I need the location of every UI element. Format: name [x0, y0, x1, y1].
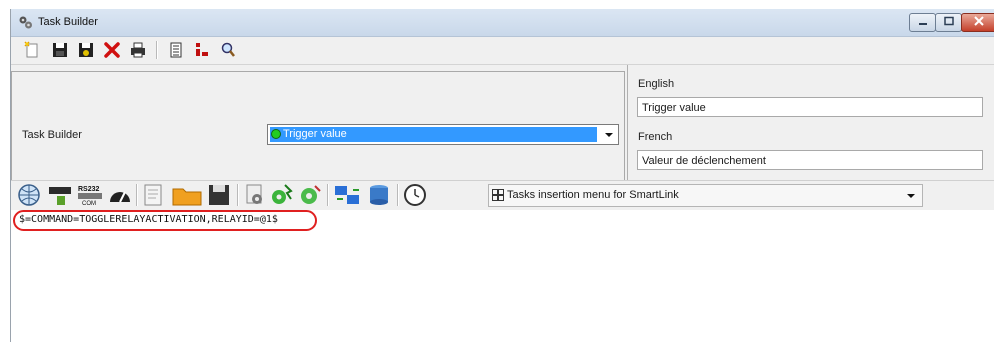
search-icon[interactable] [219, 41, 237, 59]
toolbar-separator [156, 41, 158, 59]
save-icon[interactable] [51, 41, 69, 59]
french-field[interactable]: Valeur de déclenchement [637, 150, 983, 170]
maximize-icon [943, 16, 954, 26]
device-icon[interactable] [47, 183, 73, 207]
dropdown-value: Trigger value [283, 128, 347, 140]
document-icon[interactable] [141, 183, 169, 207]
task-builder-window: Task Builder Task Builder Trigger value … [10, 9, 994, 342]
green-status-icon [271, 129, 281, 139]
delete-icon[interactable] [103, 41, 121, 59]
task-editor[interactable]: $=COMMAND=TOGGLERELAYACTIVATION,RELAYID=… [11, 210, 994, 342]
gear-cluster-icon [18, 15, 33, 30]
print-icon[interactable] [129, 41, 147, 59]
svg-text:RS232: RS232 [78, 186, 100, 193]
minimize-button[interactable] [909, 13, 936, 32]
window-title: Task Builder [38, 16, 98, 28]
save-disk-icon[interactable] [205, 183, 233, 207]
chevron-down-icon[interactable] [600, 125, 618, 144]
tasks-separator [327, 184, 329, 206]
properties-area: Task Builder Trigger value English Trigg… [11, 65, 994, 188]
command-text: $=COMMAND=TOGGLERELAYACTIVATION,RELAYID=… [19, 214, 278, 225]
language-panel: English Trigger value French Valeur de d… [627, 65, 994, 188]
main-toolbar [11, 37, 994, 65]
close-button[interactable] [961, 13, 994, 32]
grid-icon [492, 189, 504, 201]
rs232-com-icon[interactable]: RS232 COM [75, 183, 105, 207]
maximize-button[interactable] [935, 13, 962, 32]
trigger-dropdown[interactable]: Trigger value [267, 124, 619, 145]
save-as-icon[interactable] [77, 41, 95, 59]
dropdown-selection: Trigger value [270, 127, 597, 142]
close-icon [974, 16, 984, 26]
gauge-icon[interactable] [107, 183, 133, 207]
list-icon[interactable] [167, 41, 185, 59]
database-icon[interactable] [365, 183, 393, 207]
tasks-separator [136, 184, 138, 206]
new-icon[interactable] [23, 41, 41, 59]
svg-text:COM: COM [82, 201, 96, 207]
gear-arrow-icon[interactable] [297, 183, 323, 207]
tree-icon[interactable] [193, 41, 211, 59]
green-gear-icon[interactable] [269, 183, 295, 207]
tasks-separator [237, 184, 239, 206]
minimize-icon [918, 23, 927, 25]
tasks-insertion-dropdown[interactable]: Tasks insertion menu for SmartLink [488, 184, 923, 207]
clock-icon[interactable] [403, 183, 427, 207]
tasks-menu-label: Tasks insertion menu for SmartLink [507, 189, 679, 201]
transfer-icon[interactable] [333, 183, 361, 207]
network-icon[interactable] [17, 183, 45, 207]
task-builder-panel: Task Builder Trigger value [11, 71, 625, 185]
task-builder-label: Task Builder [22, 129, 82, 141]
chevron-down-icon[interactable] [902, 185, 920, 206]
french-label: French [638, 131, 673, 143]
title-bar[interactable]: Task Builder [11, 9, 994, 37]
tasks-toolbar: RS232 COM Tasks insertion menu for Smart… [11, 180, 994, 211]
english-field[interactable]: Trigger value [637, 97, 983, 117]
english-label: English [638, 78, 675, 90]
settings-doc-icon[interactable] [243, 183, 267, 207]
tasks-separator [397, 184, 399, 206]
folder-icon[interactable] [171, 183, 203, 207]
